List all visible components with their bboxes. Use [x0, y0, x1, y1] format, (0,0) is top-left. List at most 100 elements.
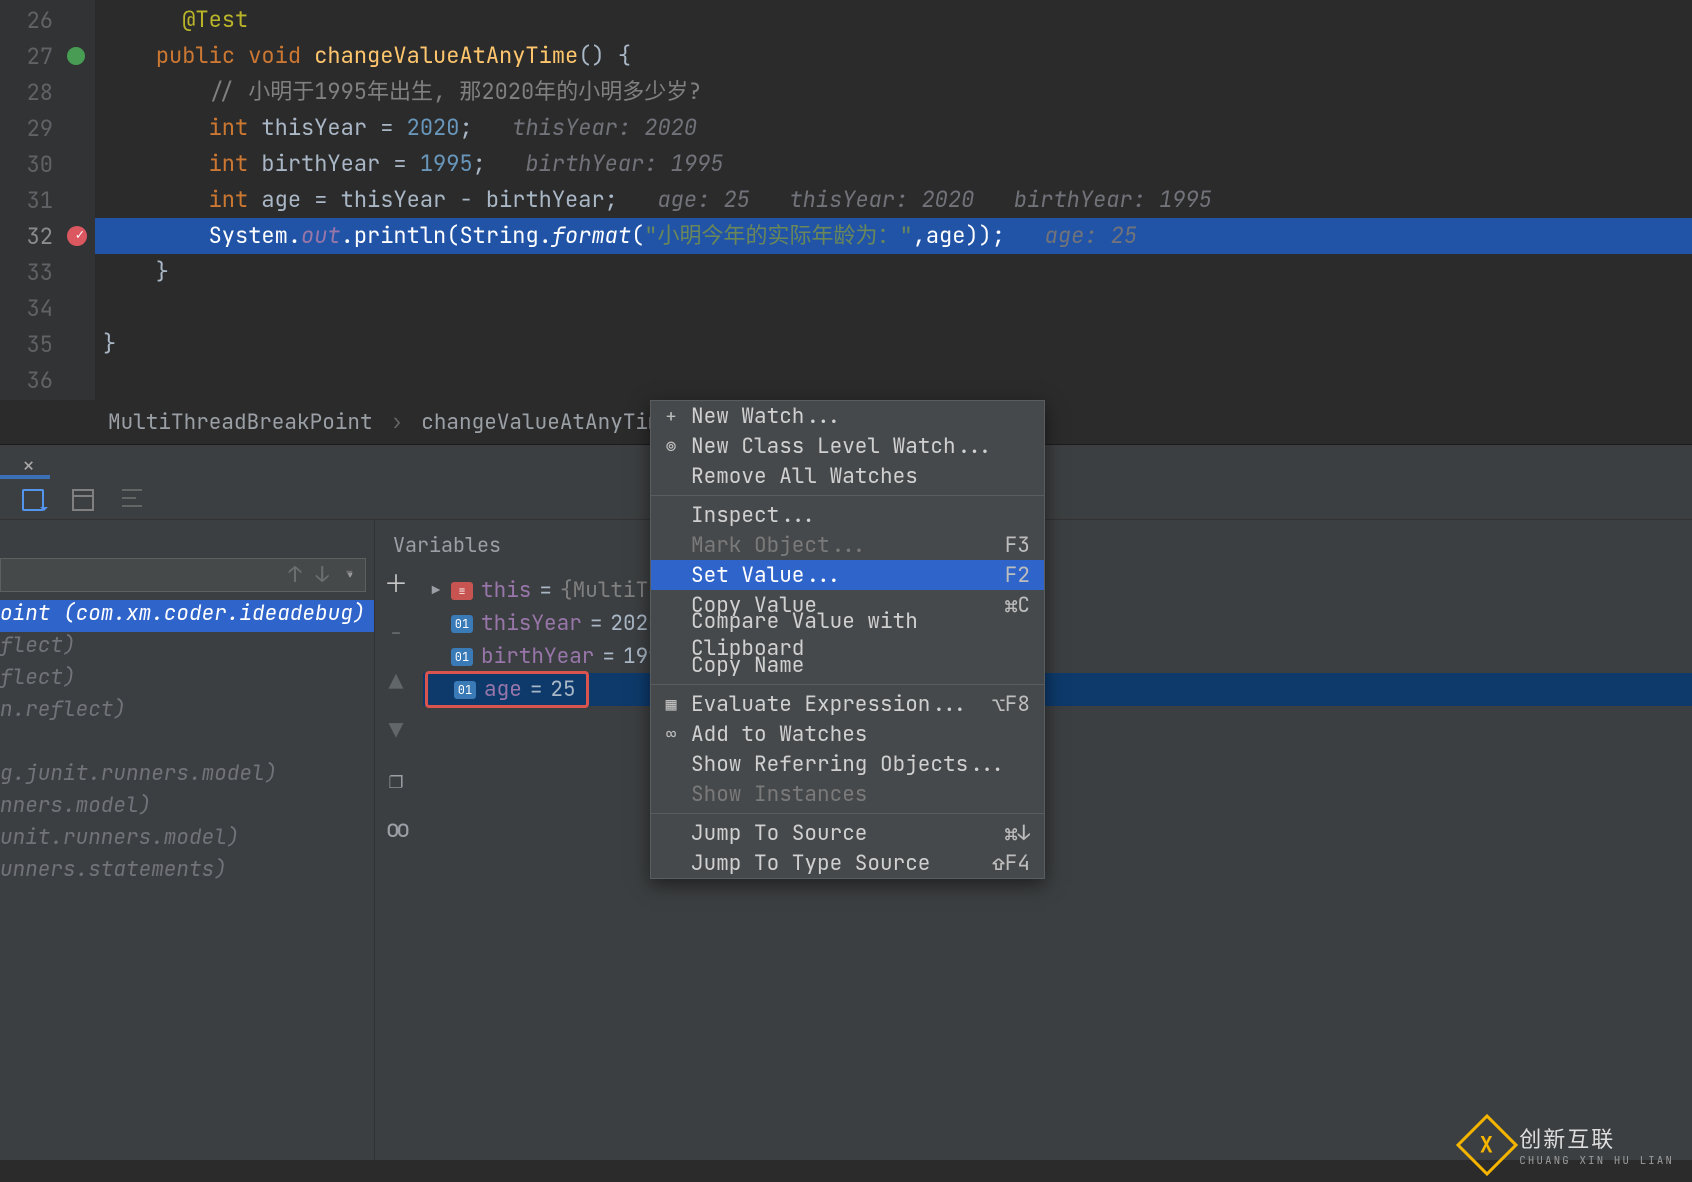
menu-label: Add to Watches [691, 721, 867, 748]
chevron-right-icon: › [391, 409, 404, 436]
menu-item-new-watch[interactable]: + New Watch... [651, 401, 1044, 431]
menu-label: Jump To Source [691, 820, 867, 847]
gutter-line[interactable]: 33 [0, 254, 95, 290]
settings-icon[interactable] [122, 489, 144, 511]
menu-item-remove-watches[interactable]: Remove All Watches [651, 461, 1044, 491]
method-name: changeValueAtAnyTime [314, 41, 578, 70]
menu-separator [651, 495, 1044, 496]
logo-icon: X [1456, 1114, 1518, 1176]
object-icon: ≡ [451, 582, 473, 600]
arrow-down-icon[interactable]: ↓ [316, 560, 329, 589]
menu-label: Show Instances [691, 781, 867, 808]
equals: = [530, 676, 543, 703]
frame-item[interactable] [0, 728, 374, 760]
variable-node[interactable]: 01 birthYear = 1995 [423, 640, 1692, 673]
frame-item[interactable]: g.junit.runners.model) [0, 760, 374, 792]
context-menu[interactable]: +New Watch... ⊚New Class Level Watch... … [650, 400, 1045, 879]
identifier: age [926, 221, 966, 250]
identifier: thisYear [341, 185, 447, 214]
gutter-line[interactable]: 34 [0, 290, 95, 326]
keyword: void [248, 41, 301, 70]
gutter-line[interactable]: 31 [0, 182, 95, 218]
arrow-down-icon[interactable]: ▼ [389, 716, 403, 747]
keyword: public [156, 41, 235, 70]
frame-item[interactable]: flect) [0, 632, 374, 664]
evaluate-expression-icon[interactable] [22, 489, 44, 511]
glasses-icon: ∞ [661, 723, 681, 746]
active-tab-indicator [0, 475, 50, 479]
breakpoint-icon[interactable]: 32 [0, 218, 95, 254]
method-call: format [552, 221, 631, 250]
code-area[interactable]: @Test public void changeValueAtAnyTime()… [95, 0, 1692, 400]
menu-item-copy-name[interactable]: Copy Name [651, 650, 1044, 680]
menu-item-jump-source[interactable]: Jump To Source ⌘↓ [651, 818, 1044, 848]
menu-item-new-class-watch[interactable]: ⊚New Class Level Watch... [651, 431, 1044, 461]
menu-item-show-instances: Show Instances [651, 779, 1044, 809]
keyword: int [209, 113, 249, 142]
variables-tree[interactable]: ▶ ≡ this = {MultiThre 01 thisYear = 2020… [423, 568, 1692, 706]
frames-list[interactable]: oint (com.xm.coder.ideadebug) flect) fle… [0, 600, 374, 888]
glasses-icon[interactable]: oo [386, 814, 407, 845]
calculator-icon: ▦ [661, 693, 681, 716]
menu-item-referring-objects[interactable]: Show Referring Objects... [651, 749, 1044, 779]
menu-label: New Watch... [691, 403, 842, 430]
frames-panel[interactable]: ▾ ↑ ↓ ▾ oint (com.xm.coder.ideadebug) fl… [0, 520, 375, 1160]
method-call: println [354, 221, 446, 250]
annotation: @Test [182, 5, 248, 34]
keyword: int [209, 149, 249, 178]
arrow-up-icon[interactable]: ▲ [389, 667, 403, 698]
inline-hint: age: 25 thisYear: 2020 birthYear: 1995 [657, 185, 1211, 214]
menu-shortcut: ⌘↓ [1005, 820, 1030, 847]
primitive-icon: 01 [454, 681, 476, 699]
watermark: X 创新互联 CHUANG XIN HU LIAN [1465, 1122, 1674, 1168]
gutter-line[interactable]: 26 [0, 2, 95, 38]
gutter-line[interactable]: 29 [0, 110, 95, 146]
calculator-icon[interactable] [72, 489, 94, 511]
duplicate-icon[interactable]: ❐ [389, 765, 403, 796]
inline-hint: birthYear: 1995 [525, 149, 723, 178]
expand-icon[interactable]: ▶ [429, 582, 443, 600]
menu-item-evaluate[interactable]: ▦Evaluate Expression...⌥F8 [651, 689, 1044, 719]
gutter-line[interactable]: 36 [0, 362, 95, 398]
editor-gutter[interactable]: 26 27 28 29 30 31 32 33 34 35 36 [0, 0, 95, 400]
arrow-up-icon[interactable]: ↑ [288, 560, 301, 589]
variable-name: this [481, 577, 531, 604]
frame-item[interactable]: unners.statements) [0, 856, 374, 888]
gutter-line[interactable]: 35 [0, 326, 95, 362]
gutter-line[interactable]: 30 [0, 146, 95, 182]
menu-label: New Class Level Watch... [691, 433, 993, 460]
frame-item[interactable]: nners.model) [0, 792, 374, 824]
menu-item-set-value[interactable]: Set Value...F2 [651, 560, 1044, 590]
remove-watch-icon[interactable]: − [389, 618, 403, 649]
breadcrumb-class[interactable]: MultiThreadBreakPoint [108, 409, 373, 436]
variable-name: thisYear [481, 610, 582, 637]
frame-item[interactable]: unit.runners.model) [0, 824, 374, 856]
new-watch-icon[interactable]: ＋ [384, 564, 408, 600]
code-editor[interactable]: 26 27 28 29 30 31 32 33 34 35 36 @Test p… [0, 0, 1692, 400]
menu-separator [651, 813, 1044, 814]
frame-item[interactable]: oint (com.xm.coder.ideadebug) [0, 600, 374, 632]
identifier: age [261, 185, 301, 214]
menu-item-add-watches[interactable]: ∞ Add to Watches [651, 719, 1044, 749]
frame-item[interactable]: flect) [0, 664, 374, 696]
menu-label: Jump To Type Source [691, 850, 930, 877]
menu-separator [651, 684, 1044, 685]
menu-item-jump-type-source[interactable]: Jump To Type Source⇧F4 [651, 848, 1044, 878]
field: out [301, 221, 341, 250]
variable-value: 25 [550, 676, 575, 703]
gutter-line[interactable]: 28 [0, 74, 95, 110]
variable-node[interactable]: 01 age = 25 [423, 673, 1692, 706]
gutter-line[interactable]: 27 [0, 38, 95, 74]
filter-icon[interactable]: ▾ [343, 560, 356, 589]
menu-item-compare-clipboard[interactable]: Compare Value with Clipboard [651, 620, 1044, 650]
variable-name: age [484, 676, 522, 703]
variable-node[interactable]: ▶ ≡ this = {MultiThre [423, 574, 1692, 607]
watermark-brand: 创新互联 [1519, 1122, 1674, 1154]
identifier: birthYear [486, 185, 605, 214]
menu-label: Copy Name [691, 652, 804, 679]
variable-node[interactable]: 01 thisYear = 2020 [423, 607, 1692, 640]
identifier: String [459, 221, 538, 250]
menu-item-inspect[interactable]: Inspect... [651, 500, 1044, 530]
plus-icon: + [661, 405, 681, 428]
frame-item[interactable]: n.reflect) [0, 696, 374, 728]
